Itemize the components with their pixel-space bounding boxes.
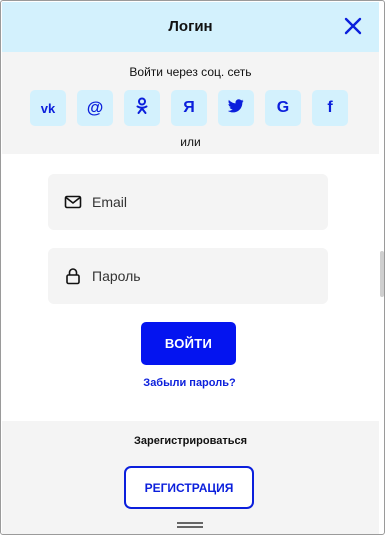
password-field <box>48 248 328 304</box>
login-dialog: Логин Войти через соц. сеть vk @ Я G f и… <box>0 0 385 535</box>
register-section: Зарегистрироваться РЕГИСТРАЦИЯ <box>2 421 379 534</box>
social-login-caption: Войти через соц. сеть <box>129 65 252 79</box>
facebook-icon: f <box>327 99 333 116</box>
scrollbar-thumb[interactable] <box>380 251 384 297</box>
social-buttons: vk @ Я G f <box>30 90 350 126</box>
resize-handle[interactable] <box>177 522 203 529</box>
twitter-icon <box>227 98 244 118</box>
mail-ru-button[interactable]: @ <box>77 90 113 126</box>
lock-icon <box>64 267 82 285</box>
vk-icon: vk <box>40 100 56 116</box>
email-field <box>48 174 328 230</box>
forgot-password-link[interactable]: Забыли пароль? <box>1 377 378 389</box>
email-input[interactable] <box>92 174 312 230</box>
social-login-section: Войти через соц. сеть vk @ Я G f или <box>2 52 379 154</box>
close-icon[interactable] <box>342 15 364 37</box>
odnoklassniki-button[interactable] <box>124 90 160 126</box>
yandex-button[interactable]: Я <box>171 90 207 126</box>
facebook-button[interactable]: f <box>312 90 348 126</box>
dialog-title: Логин <box>168 18 213 35</box>
login-button[interactable]: ВОЙТИ <box>141 322 236 365</box>
password-input[interactable] <box>92 248 312 304</box>
mail-ru-icon: @ <box>86 98 104 117</box>
envelope-icon <box>64 193 82 211</box>
odnoklassniki-icon <box>135 97 149 120</box>
google-button[interactable]: G <box>265 90 301 126</box>
vk-button[interactable]: vk <box>30 90 66 126</box>
dialog-header: Логин <box>2 2 379 52</box>
register-caption: Зарегистрироваться <box>133 435 248 447</box>
twitter-button[interactable] <box>218 90 254 126</box>
register-button[interactable]: РЕГИСТРАЦИЯ <box>124 466 254 509</box>
yandex-icon: Я <box>183 99 195 116</box>
or-divider-text: или <box>180 135 201 149</box>
google-icon: G <box>276 99 290 116</box>
